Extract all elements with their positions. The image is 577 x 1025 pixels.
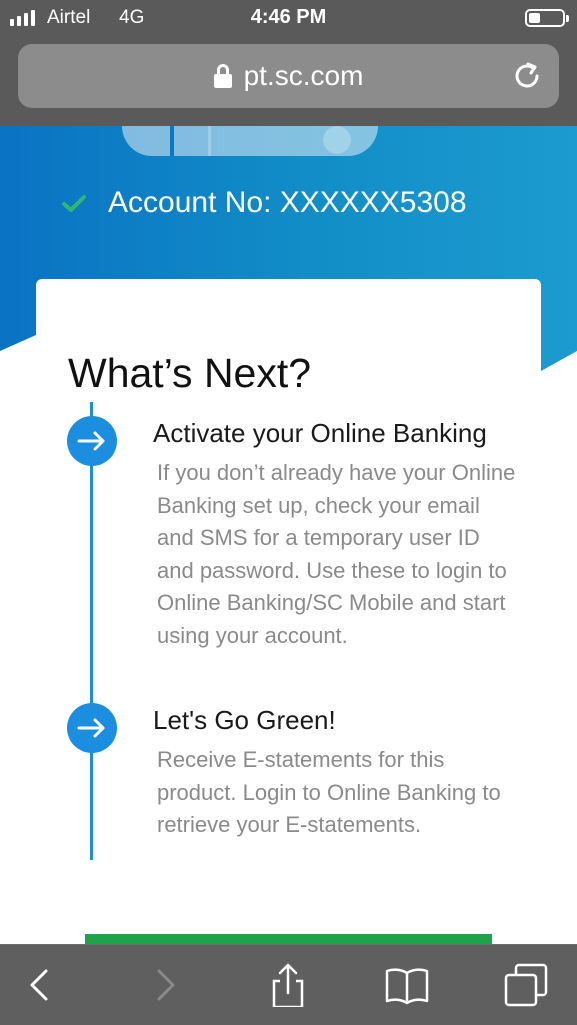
battery-icon <box>525 9 569 27</box>
lock-icon <box>213 64 232 88</box>
share-icon[interactable] <box>266 963 310 1007</box>
status-bar: Airtel 4G 4:46 PM <box>0 0 577 38</box>
page-title: What’s Next? <box>68 350 312 396</box>
reload-icon[interactable] <box>511 60 543 92</box>
step-title-go-green: Let's Go Green! <box>153 705 336 735</box>
card-illustration <box>122 126 378 156</box>
status-time: 4:46 PM <box>250 6 327 28</box>
check-icon <box>62 195 86 212</box>
browser-chrome: Airtel 4G 4:46 PM pt.sc.com <box>0 0 577 126</box>
back-icon[interactable] <box>18 963 62 1007</box>
battery-level <box>529 13 540 23</box>
url-text[interactable]: pt.sc.com <box>244 60 364 92</box>
bookmarks-icon[interactable] <box>385 963 429 1007</box>
forward-icon[interactable] <box>143 963 187 1007</box>
timeline-line <box>90 402 93 860</box>
arrow-right-icon <box>67 416 117 466</box>
address-bar[interactable]: pt.sc.com <box>18 44 559 108</box>
step-title-activate: Activate your Online Banking <box>153 418 487 448</box>
step-text-go-green: Receive E-statements for this product. L… <box>157 747 501 838</box>
account-number: Account No: XXXXXX5308 <box>108 186 467 219</box>
account-number-row: Account No: XXXXXX5308 <box>60 186 467 220</box>
browser-toolbar <box>0 944 577 1025</box>
arrow-right-icon <box>67 703 117 753</box>
step-text-activate: If you don’t already have your Online Ba… <box>157 460 516 648</box>
tabs-icon[interactable] <box>504 963 548 1007</box>
